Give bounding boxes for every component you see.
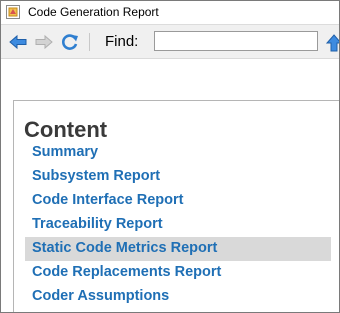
report-window: Code Generation Report Find: Content Sum… xyxy=(0,0,340,313)
window-title: Code Generation Report xyxy=(28,5,159,19)
nav-link[interactable]: Subsystem Report xyxy=(32,168,160,184)
find-label: Find: xyxy=(105,33,139,50)
toolbar: Find: xyxy=(1,25,339,59)
app-icon xyxy=(6,5,20,19)
nav-item-coder-assumptions[interactable]: Coder Assumptions xyxy=(25,285,331,309)
title-bar: Code Generation Report xyxy=(1,1,339,25)
nav-link[interactable]: Code Interface Report xyxy=(32,192,183,208)
nav-item-summary[interactable]: Summary xyxy=(25,141,331,165)
pane-divider xyxy=(1,59,339,61)
nav-item-code-interface-report[interactable]: Code Interface Report xyxy=(25,189,331,213)
content-heading: Content xyxy=(24,117,108,142)
find-input[interactable] xyxy=(154,31,318,51)
nav-link[interactable]: Coder Assumptions xyxy=(32,288,169,304)
nav-item-static-code-metrics-report[interactable]: Static Code Metrics Report xyxy=(25,237,331,261)
forward-arrow-icon[interactable] xyxy=(33,31,55,53)
find-previous-icon[interactable] xyxy=(325,33,339,53)
nav-link[interactable]: Traceability Report xyxy=(32,216,163,232)
nav-link[interactable]: Code Replacements Report xyxy=(32,264,221,280)
nav-item-traceability-report[interactable]: Traceability Report xyxy=(25,213,331,237)
nav-item-subsystem-report[interactable]: Subsystem Report xyxy=(25,165,331,189)
nav-link[interactable]: Static Code Metrics Report xyxy=(32,240,217,256)
back-arrow-icon[interactable] xyxy=(7,31,29,53)
nav-link[interactable]: Summary xyxy=(32,144,98,160)
refresh-icon[interactable] xyxy=(59,31,81,53)
toolbar-separator xyxy=(89,33,90,51)
nav-item-code-replacements-report[interactable]: Code Replacements Report xyxy=(25,261,331,285)
